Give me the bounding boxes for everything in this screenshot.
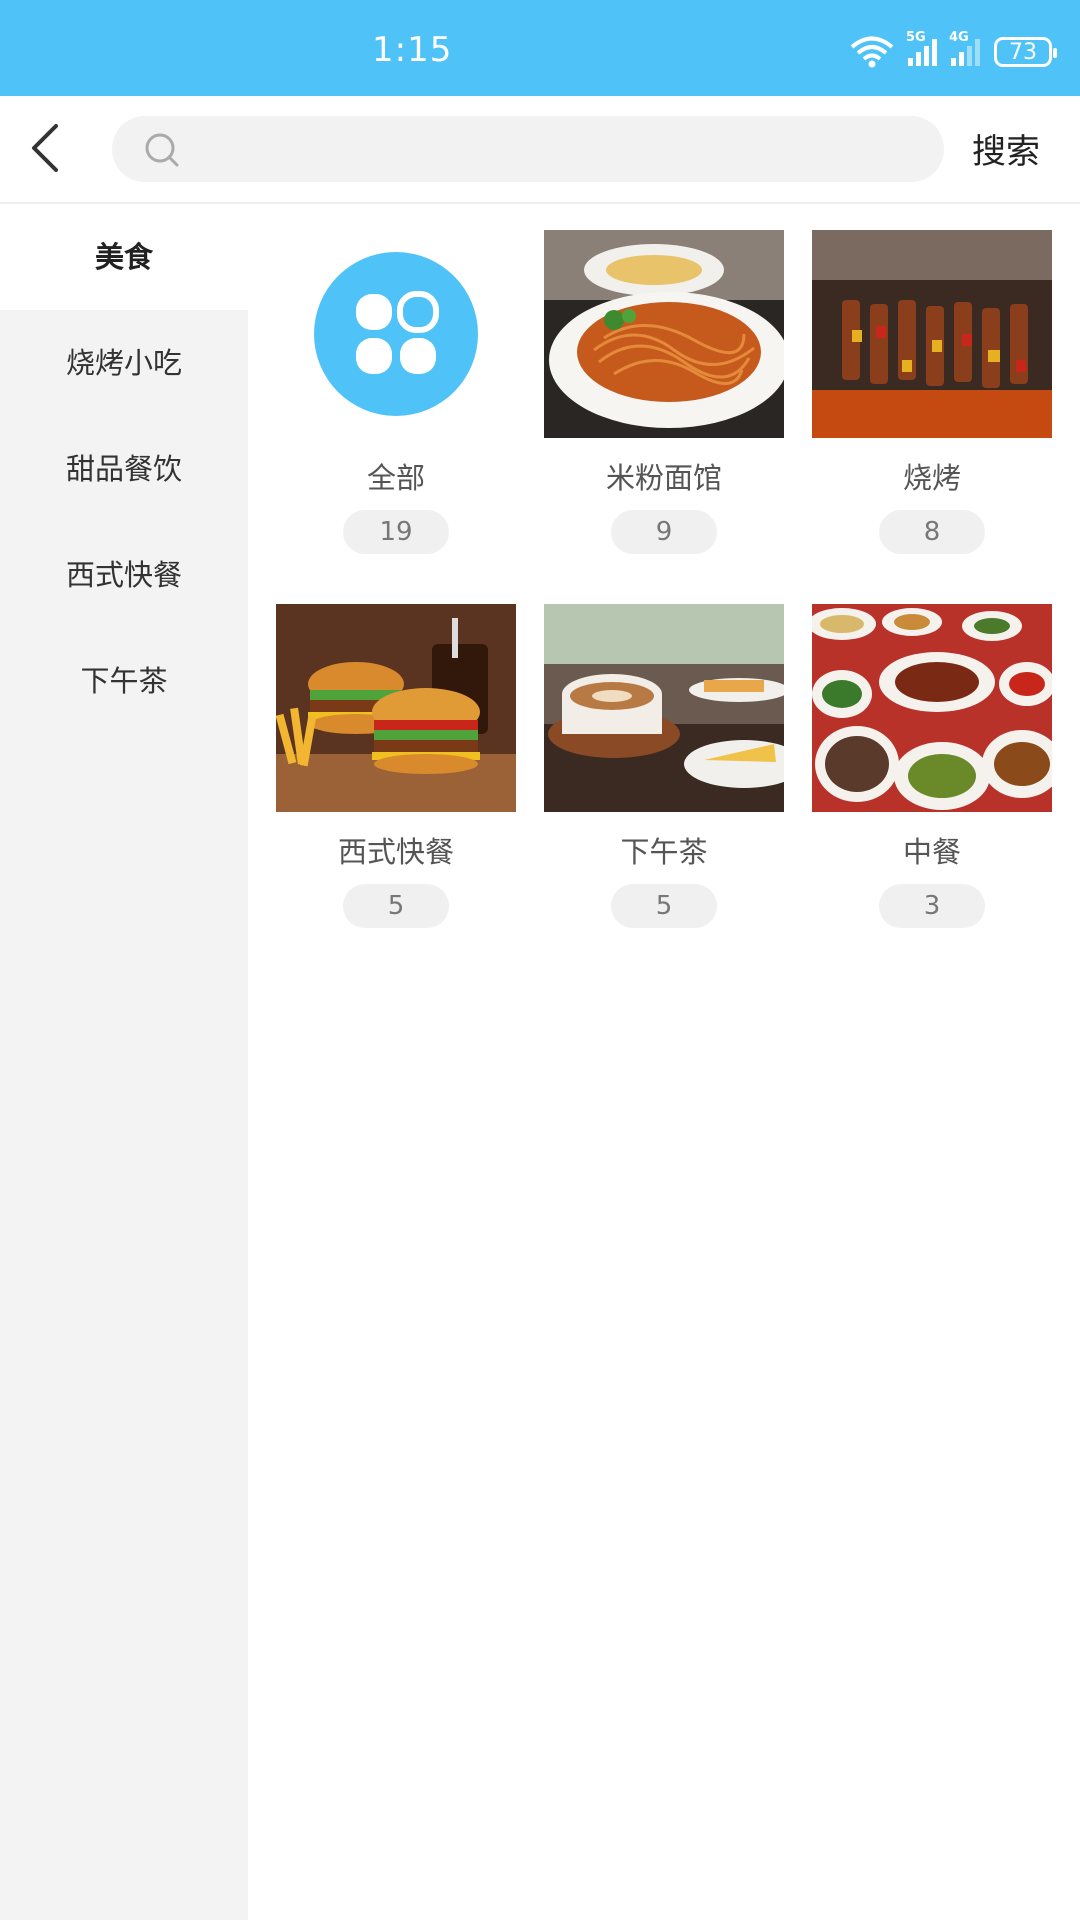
battery-level: 73 — [1009, 39, 1037, 65]
chinese-dishes-photo — [812, 604, 1052, 812]
category-count-badge: 19 — [343, 510, 449, 554]
sidebar-item-afternoon-tea[interactable]: 下午茶 — [0, 628, 248, 734]
sidebar-item-food[interactable]: 美食 — [0, 204, 248, 310]
category-tile-all[interactable]: 全部 19 — [276, 230, 516, 554]
category-count-badge: 3 — [879, 884, 985, 928]
category-tile-chinese[interactable]: 中餐 3 — [812, 604, 1052, 928]
coffee-cake-photo — [544, 604, 784, 812]
wifi-icon — [850, 36, 894, 68]
category-tile-noodles[interactable]: 米粉面馆 9 — [544, 230, 784, 554]
category-label: 米粉面馆 — [605, 461, 722, 495]
category-count-badge: 5 — [611, 884, 717, 928]
search-button[interactable]: 搜索 — [972, 124, 1040, 173]
category-tile-western-fastfood[interactable]: 西式快餐 5 — [276, 604, 516, 928]
search-input[interactable] — [196, 124, 920, 176]
category-all-thumb — [276, 230, 516, 438]
spaghetti-photo — [544, 230, 784, 438]
category-count-badge: 8 — [879, 510, 985, 554]
category-label: 全部 — [366, 461, 425, 495]
bbq-skewers-photo — [812, 230, 1052, 438]
status-bar: 1:15 5G 4G 73 — [0, 0, 1080, 96]
category-label: 下午茶 — [620, 835, 708, 869]
category-label: 烧烤 — [902, 461, 961, 495]
category-sidebar: 美食 烧烤小吃 甜品餐饮 西式快餐 下午茶 — [0, 204, 248, 1920]
status-icons: 5G 4G 73 — [850, 30, 1057, 70]
search-icon — [145, 133, 179, 167]
category-count-badge: 9 — [611, 510, 717, 554]
burger-fries-photo — [276, 604, 516, 812]
signal-5g-icon: 5G — [906, 30, 937, 66]
sidebar-item-desserts[interactable]: 甜品餐饮 — [0, 416, 248, 522]
sidebar-item-western-fastfood[interactable]: 西式快餐 — [0, 522, 248, 628]
top-header: 搜索 — [0, 96, 1080, 204]
net-type-4g: 4G — [949, 30, 969, 45]
clover-app-icon — [314, 252, 478, 416]
sidebar-item-bbq-snacks[interactable]: 烧烤小吃 — [0, 310, 248, 416]
search-bar[interactable] — [112, 116, 944, 182]
category-tile-bbq[interactable]: 烧烤 8 — [812, 230, 1052, 554]
category-tile-afternoon-tea[interactable]: 下午茶 5 — [544, 604, 784, 928]
net-type-5g: 5G — [906, 30, 926, 45]
category-label: 西式快餐 — [337, 835, 454, 869]
status-time: 1:15 — [372, 30, 453, 70]
signal-4g-icon: 4G — [949, 30, 980, 66]
category-count-badge: 5 — [343, 884, 449, 928]
battery-icon: 73 — [994, 37, 1057, 67]
back-arrow-icon[interactable] — [20, 118, 80, 178]
category-label: 中餐 — [902, 835, 961, 869]
